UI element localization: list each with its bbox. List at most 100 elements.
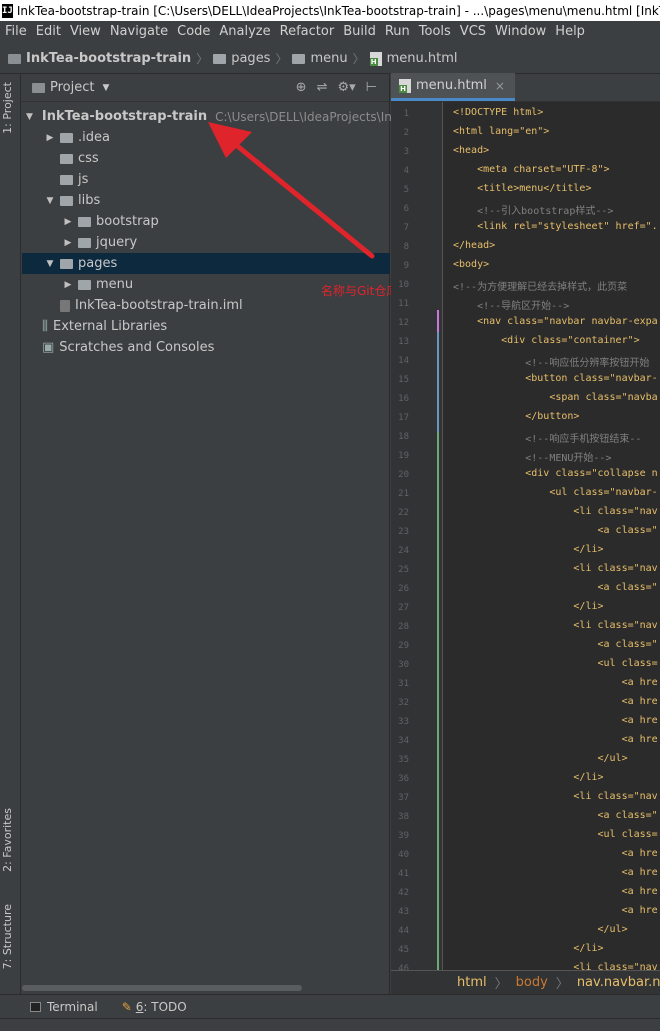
line-number: 9 — [403, 261, 409, 271]
code-line: <a hre — [453, 848, 658, 859]
chevron-right-icon: 〉 — [196, 52, 209, 66]
tree-item[interactable]: ▣ Scratches and Consoles — [22, 337, 390, 358]
code-line: <a class=" — [453, 810, 658, 821]
terminal-tab[interactable]: Terminal — [30, 1000, 98, 1014]
line-number: 5 — [403, 185, 409, 195]
code-line: <nav class="navbar navbar-expa — [453, 316, 658, 327]
code-area[interactable]: <!DOCTYPE html> <html lang="en"> <head> <m… — [453, 102, 660, 972]
expanded-arrow-icon[interactable]: ▼ — [26, 112, 33, 122]
code-line: <a hre — [453, 867, 658, 878]
code-line: <a class=" — [453, 639, 658, 650]
line-number: 38 — [398, 812, 409, 822]
line-number: 35 — [398, 755, 409, 765]
code-line: </li> — [453, 772, 604, 783]
folder-icon — [78, 237, 91, 248]
collapse-all-icon[interactable]: ⇌ — [317, 80, 328, 95]
chevron-right-icon: 〉 — [275, 52, 288, 66]
menu-code[interactable]: Code — [172, 24, 214, 39]
menu-analyze[interactable]: Analyze — [214, 24, 274, 39]
menu-view[interactable]: View — [65, 24, 105, 39]
code-line: <head> — [453, 145, 490, 156]
menu-help[interactable]: Help — [550, 24, 589, 39]
menu-edit[interactable]: Edit — [31, 24, 65, 39]
editor-tab-menu-html[interactable]: menu.html × — [391, 73, 515, 101]
chevron-right-icon: 〉 — [555, 977, 569, 992]
line-number: 30 — [398, 660, 409, 670]
code-line: <a hre — [453, 696, 658, 707]
tab-favorites[interactable]: 2: Favorites — [1, 808, 14, 872]
close-icon[interactable]: × — [495, 79, 505, 93]
code-line: <!DOCTYPE html> — [453, 107, 544, 118]
code-line: <html lang="en"> — [453, 126, 550, 137]
tree-item-label: js — [78, 172, 89, 187]
line-number: 18 — [398, 432, 409, 442]
locate-icon[interactable]: ⊕ — [296, 80, 307, 95]
code-line: </li> — [453, 544, 604, 555]
code-line: <div class="container"> — [453, 335, 640, 346]
line-number: 28 — [398, 622, 409, 632]
code-line: <!--引入bootstrap样式--> — [453, 206, 614, 217]
menu-build[interactable]: Build — [338, 24, 380, 39]
collapsed-arrow-icon[interactable]: ▶ — [62, 280, 74, 290]
line-number: 24 — [398, 546, 409, 556]
vcs-modified-marker — [437, 310, 439, 332]
code-line: <a hre — [453, 734, 658, 745]
code-line: <link rel="stylesheet" href=". — [453, 221, 658, 232]
tree-item-label: InkTea-bootstrap-train — [41, 109, 208, 124]
line-number: 31 — [398, 679, 409, 689]
breadcrumb-pages[interactable]: pages — [213, 51, 270, 66]
code-line: <!--响应手机按钮结束-- — [453, 434, 642, 445]
tab-project[interactable]: 1: Project — [1, 82, 14, 134]
line-number: 17 — [398, 413, 409, 423]
tree-item[interactable]: ⫼ External Libraries — [22, 316, 390, 337]
breadcrumb-menu[interactable]: menu — [292, 51, 348, 66]
html-file-icon — [399, 78, 411, 93]
editor-breadcrumb: html 〉 body 〉 nav.navbar.navba — [391, 970, 660, 994]
breadcrumb-file[interactable]: menu.html — [369, 51, 458, 66]
todo-tab[interactable]: ✎ 6: TODO — [122, 1000, 187, 1014]
breadcrumb-project[interactable]: InkTea-bootstrap-train — [8, 51, 191, 66]
line-number: 42 — [398, 888, 409, 898]
code-line: <a class=" — [453, 525, 658, 536]
expanded-arrow-icon[interactable]: ▼ — [44, 196, 56, 206]
menu-refactor[interactable]: Refactor — [275, 24, 339, 39]
editor: menu.html × 1234567891011121314151617181… — [391, 73, 660, 994]
code-line: <a hre — [453, 905, 658, 916]
tree-item-label: css — [78, 151, 99, 166]
line-number: 21 — [398, 489, 409, 499]
horizontal-scrollbar[interactable] — [22, 985, 302, 991]
code-line: <div class="collapse n — [453, 468, 658, 479]
breadcrumb: InkTea-bootstrap-train 〉 pages 〉 menu 〉 … — [0, 44, 660, 74]
scratches-icon: ▣ — [42, 340, 55, 355]
expanded-arrow-icon[interactable]: ▼ — [44, 259, 56, 269]
breadcrumb-body[interactable]: body — [516, 975, 548, 990]
line-number: 23 — [398, 527, 409, 537]
menu-navigate[interactable]: Navigate — [105, 24, 172, 39]
folder-icon — [60, 174, 73, 185]
breadcrumb-html[interactable]: html — [457, 975, 487, 990]
chevron-down-icon[interactable]: ▼ — [102, 83, 109, 93]
breadcrumb-nav[interactable]: nav.navbar.navba — [577, 975, 660, 990]
line-number: 4 — [403, 166, 409, 176]
code-line: </head> — [453, 240, 496, 251]
code-line: <ul class= — [453, 829, 658, 840]
project-panel-title[interactable]: Project — [50, 80, 94, 95]
hide-icon[interactable]: ⊢ — [366, 80, 377, 95]
code-line: <!--响应低分辨率按钮开始 — [453, 358, 650, 369]
menu-file[interactable]: File — [0, 24, 31, 39]
line-number: 7 — [403, 223, 409, 233]
menu-window[interactable]: Window — [490, 24, 550, 39]
code-line: <meta charset="UTF-8"> — [453, 164, 610, 175]
gear-icon[interactable]: ⚙▾ — [337, 80, 355, 95]
collapsed-arrow-icon[interactable]: ▶ — [44, 133, 56, 143]
menu-run[interactable]: Run — [380, 24, 414, 39]
collapsed-arrow-icon[interactable]: ▶ — [62, 217, 74, 227]
folder-icon — [60, 258, 73, 269]
tab-structure[interactable]: 7: Structure — [1, 904, 14, 969]
code-line: <a hre — [453, 677, 658, 688]
folder-icon — [60, 132, 73, 143]
menu-tools[interactable]: Tools — [414, 24, 455, 39]
menu-vcs[interactable]: VCS — [455, 24, 490, 39]
line-number: 27 — [398, 603, 409, 613]
collapsed-arrow-icon[interactable]: ▶ — [62, 238, 74, 248]
